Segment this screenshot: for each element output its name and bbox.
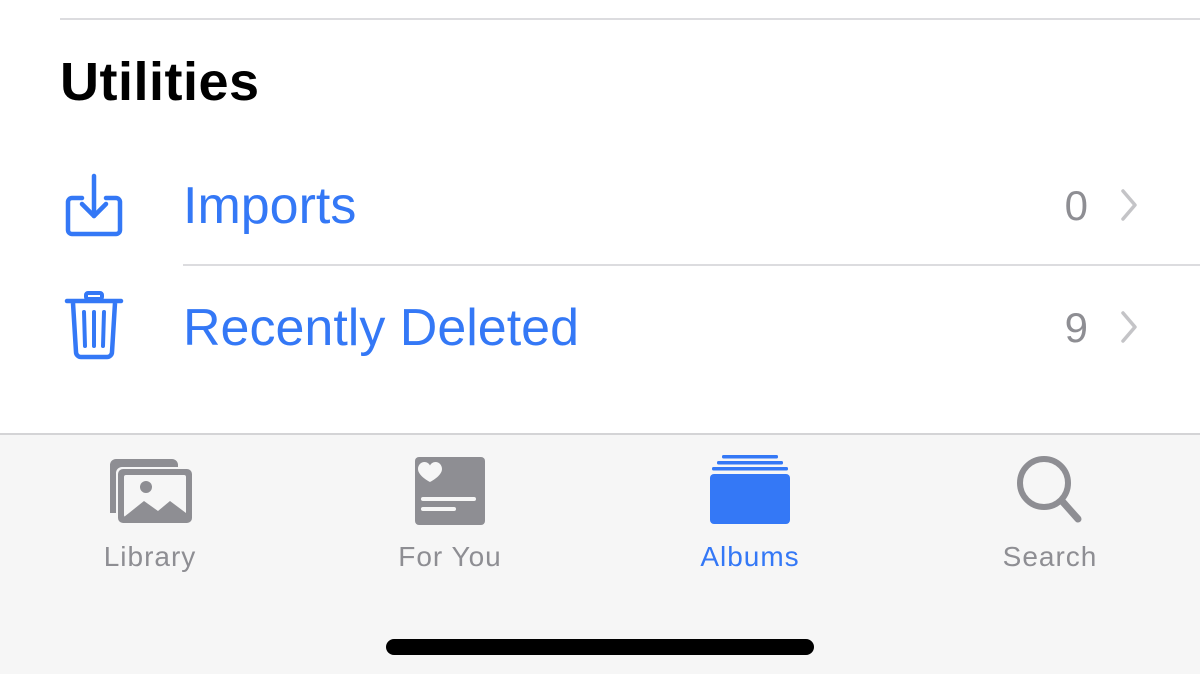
tab-label-for-you: For You: [398, 541, 502, 572]
row-count-imports: 0: [1064, 182, 1088, 229]
row-label-recently-deleted: Recently Deleted: [183, 299, 579, 357]
import-tray-icon: [65, 173, 123, 237]
magnifier-icon: [1017, 456, 1082, 523]
tab-search[interactable]: Search: [900, 435, 1200, 585]
albums-screen: Utilities Imports 0 Recently Deleted 9 L…: [0, 0, 1200, 674]
row-recently-deleted[interactable]: Recently Deleted 9: [0, 268, 1200, 388]
heart-card-icon: [415, 457, 485, 525]
tab-bar: Library For You Albums Search: [0, 433, 1200, 674]
chevron-right-icon: [1121, 311, 1137, 343]
tab-albums[interactable]: Albums: [600, 435, 900, 585]
tab-label-albums: Albums: [700, 541, 800, 572]
photo-stack-icon: [110, 459, 192, 523]
tab-label-library: Library: [103, 541, 197, 572]
row-imports[interactable]: Imports 0: [0, 146, 1200, 266]
tab-library[interactable]: Library: [0, 435, 300, 585]
home-indicator[interactable]: [386, 639, 814, 655]
top-divider: [60, 18, 1200, 20]
row-divider: [183, 264, 1200, 266]
chevron-right-icon: [1121, 189, 1137, 221]
row-label-imports: Imports: [183, 177, 357, 235]
tab-for-you[interactable]: For You: [300, 435, 600, 585]
tab-label-search: Search: [1002, 541, 1098, 572]
trash-icon: [64, 291, 124, 360]
section-title: Utilities: [60, 52, 260, 112]
row-count-recently-deleted: 9: [1064, 304, 1088, 351]
album-stack-icon: [710, 455, 790, 524]
